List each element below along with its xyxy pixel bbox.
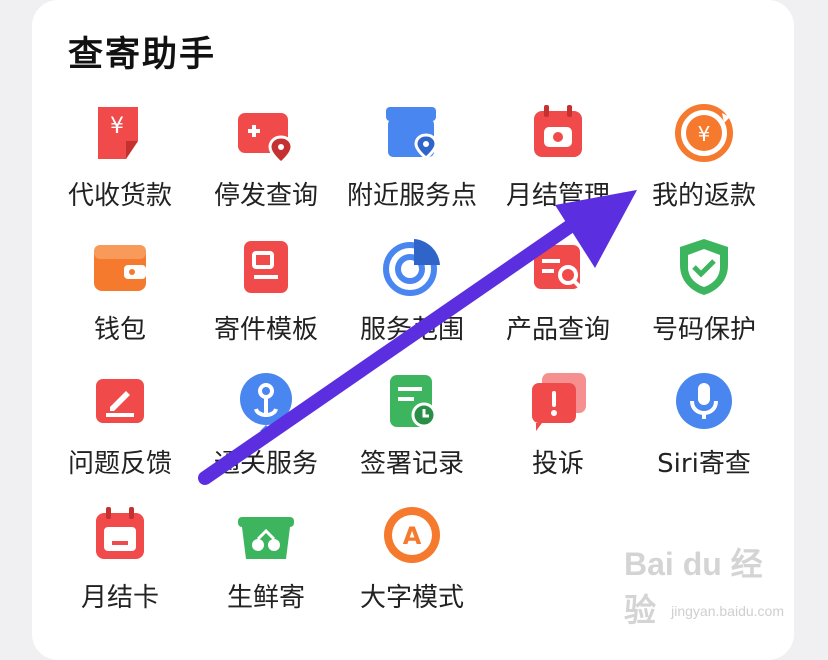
grid-item-label: 月结管理 [505,181,610,211]
monthly-card-icon [88,503,152,567]
grid-item-label: 附近服务点 [346,181,477,211]
grid-item-label: 寄件模板 [213,315,318,345]
svg-text:¥: ¥ [698,122,711,146]
grid-item-refund[interactable]: ¥ 我的返款 [631,95,777,225]
grid-item-label: 服务范围 [359,315,464,345]
grid-item-product-query[interactable]: 产品查询 [485,229,631,359]
feedback-icon [88,369,152,433]
svg-text:¥: ¥ [110,114,124,139]
grid-item-monthly-card[interactable]: 月结卡 [47,497,193,627]
grid-item-sign-record[interactable]: 签署记录 [339,363,485,493]
siri-mic-icon [672,369,736,433]
watermark: Bai du 经验 jingyan.baidu.com [624,539,784,628]
monthly-settlement-icon [526,101,590,165]
grid-item-wallet[interactable]: 钱包 [47,229,193,359]
complaint-icon [526,369,590,433]
large-font-icon: A [380,503,444,567]
section-title: 查寄助手 [68,35,217,75]
grid-item-label: 大字模式 [359,583,464,613]
nearby-service-icon [380,101,444,165]
grid-item-customs[interactable]: 通关服务 [193,363,339,493]
grid-item-label: 我的返款 [651,181,756,211]
payment-collection-icon: ¥ [88,101,152,165]
grid-item-label: 代收货款 [67,181,172,211]
customs-icon [234,369,298,433]
stop-shipping-icon [234,101,298,165]
grid-item-label: 钱包 [93,315,146,345]
grid-item-fresh[interactable]: 生鲜寄 [193,497,339,627]
watermark-url: jingyan.baidu.com [671,603,784,619]
grid-item-label: 月结卡 [80,583,159,613]
refund-icon: ¥ [672,101,736,165]
grid-item-nearby[interactable]: 附近服务点 [339,95,485,225]
grid-item-number-protect[interactable]: 号码保护 [631,229,777,359]
grid-item-label: 通关服务 [213,449,318,479]
grid-item-siri[interactable]: Siri寄查 [631,363,777,493]
grid-item-label: 签署记录 [359,449,464,479]
service-range-icon [380,235,444,299]
grid-item-cod[interactable]: ¥ 代收货款 [47,95,193,225]
grid-item-feedback[interactable]: 问题反馈 [47,363,193,493]
grid-item-label: 投诉 [531,449,584,479]
grid-item-monthly-mgmt[interactable]: 月结管理 [485,95,631,225]
grid-item-label: 产品查询 [505,315,610,345]
grid-item-complaint[interactable]: 投诉 [485,363,631,493]
svg-text:A: A [403,522,422,550]
template-icon [234,235,298,299]
grid-item-label: Siri寄查 [657,449,751,479]
grid-item-stop-query[interactable]: 停发查询 [193,95,339,225]
grid-item-label: 问题反馈 [67,449,172,479]
grid-item-service-range[interactable]: 服务范围 [339,229,485,359]
sign-record-icon [380,369,444,433]
product-query-icon [526,235,590,299]
grid-item-large-font[interactable]: A 大字模式 [339,497,485,627]
grid-item-template[interactable]: 寄件模板 [193,229,339,359]
grid-item-label: 生鲜寄 [226,583,305,613]
grid-item-label: 号码保护 [651,315,756,345]
grid-item-label: 停发查询 [213,181,318,211]
wallet-icon [88,235,152,299]
number-protect-icon [672,235,736,299]
fresh-basket-icon [234,503,298,567]
